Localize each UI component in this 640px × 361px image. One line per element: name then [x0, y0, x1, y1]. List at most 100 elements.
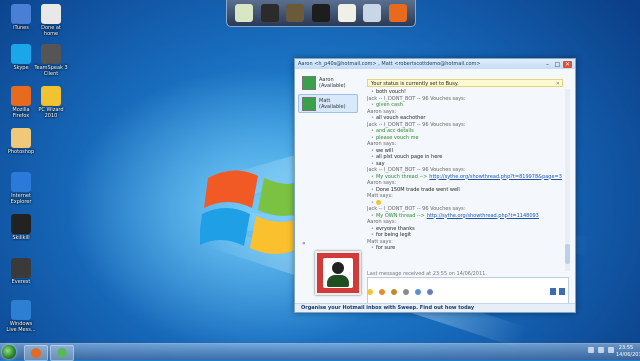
desktop-icon-label: Skillkill: [12, 235, 30, 241]
handwriting-icon[interactable]: [559, 288, 565, 295]
games-icon[interactable]: [415, 289, 421, 295]
desktop-icon-label: Windows Live Mess...: [6, 321, 36, 333]
desktop-icon[interactable]: Windows Live Mess...: [4, 300, 38, 333]
status-notice: Your status is currently set to Busy. ✕: [367, 79, 563, 87]
title-bar[interactable]: Aaron <h_p40s@hotmail.com> , Matt <rober…: [295, 59, 575, 69]
top-dock: [226, 0, 416, 27]
clock-date: 14/06/2011: [616, 352, 640, 358]
desktop-icon-label: Everest: [11, 279, 31, 285]
message-text: evryone thanks: [375, 225, 415, 232]
contact-matt[interactable]: Matt (Available): [298, 94, 358, 113]
message-text: given cash: [375, 102, 403, 108]
voice-clip-icon[interactable]: [403, 289, 409, 295]
minimize-icon[interactable]: –: [543, 61, 552, 68]
message-text: say: [375, 160, 385, 167]
maximize-icon[interactable]: □: [553, 61, 562, 68]
app-icon: [41, 44, 61, 64]
message-line: • for sure: [371, 245, 396, 251]
system-tray: [588, 347, 614, 353]
app-icon: [11, 128, 31, 148]
briefcase-icon[interactable]: [311, 4, 330, 22]
contact-aaron[interactable]: Aaron (Available): [298, 73, 358, 92]
message-line: • My OWN thread --> http://sythe.org/showt…: [371, 212, 539, 219]
smiley-icon: [375, 199, 381, 205]
ad-banner[interactable]: Organise your Hotmail inbox with Sweep. …: [295, 303, 575, 312]
message-text: Done 150M trade trade went well: [375, 186, 460, 193]
app-icon: [41, 86, 61, 106]
desktop-icon[interactable]: Skype: [4, 44, 38, 71]
volume-icon[interactable]: [608, 347, 614, 353]
app-icon: [11, 44, 31, 64]
wink-icon[interactable]: [379, 289, 385, 295]
message-text: for being legit: [375, 232, 411, 238]
desktop-icon-label: Mozilla Firefox: [12, 107, 30, 119]
message-line: • My vouch thread --> http://sythe.org/sho…: [371, 173, 562, 180]
nudge-icon[interactable]: [391, 289, 397, 295]
desktop-icon[interactable]: Photoshop: [4, 128, 38, 155]
app-icon: [41, 4, 61, 24]
headphones-icon[interactable]: [260, 4, 279, 22]
app-icon: [11, 86, 31, 106]
desktop-icon[interactable]: Mozilla Firefox: [4, 86, 38, 119]
font-icon[interactable]: [550, 288, 556, 295]
start-button[interactable]: [2, 345, 16, 359]
message-link[interactable]: http://sythe.org/showthread.php?t=114809…: [427, 213, 539, 219]
desktop-icon-label: TeamSpeak 3 Client: [34, 65, 68, 77]
desktop-icon[interactable]: Everest: [4, 258, 38, 285]
contact-status: (Available): [319, 103, 346, 110]
message-text: all vouch eachother: [375, 115, 426, 121]
collapse-arrow-icon[interactable]: «: [302, 240, 306, 247]
input-toolbar: [367, 289, 433, 295]
emoticon-icon[interactable]: [367, 289, 373, 295]
clock-time: 23:55: [618, 345, 634, 351]
avatar: [302, 75, 316, 90]
firefox-icon: [31, 348, 41, 358]
message-text: for sure: [375, 245, 396, 251]
taskbar-firefox[interactable]: [24, 345, 48, 361]
desktop-icon[interactable]: iTunes: [4, 4, 38, 31]
desktop-icon[interactable]: Skillkill: [4, 214, 38, 241]
app-icon: [11, 214, 31, 234]
send-file-icon[interactable]: [427, 289, 433, 295]
firefox-icon[interactable]: [389, 4, 408, 22]
network-icon[interactable]: [598, 347, 604, 353]
desktop-icon-label: Internet Explorer: [10, 193, 32, 205]
desktop-icon[interactable]: Done at home: [34, 4, 68, 37]
notice-text: Your status is currently set to Busy.: [371, 81, 459, 87]
desktop-icon[interactable]: Internet Explorer: [4, 172, 38, 205]
message-text: My OWN thread -->: [375, 212, 425, 219]
flag-icon[interactable]: [588, 347, 594, 353]
app-icon: [11, 4, 31, 24]
message-text: please vouch me: [375, 134, 419, 141]
own-display-picture[interactable]: [315, 251, 361, 295]
avatar: [302, 96, 316, 111]
taskbar: 23:55 14/06/2011: [0, 343, 640, 361]
message-text: My vouch thread -->: [375, 173, 428, 180]
message-text: we will: [375, 147, 393, 154]
message-link[interactable]: http://sythe.org/showthread.php?t=819978…: [429, 174, 562, 180]
app-icon: [11, 172, 31, 192]
scrollbar[interactable]: [565, 89, 570, 271]
desktop-icon-label: Done at home: [41, 25, 61, 37]
desktop-icon-label: Photoshop: [7, 149, 35, 155]
close-icon[interactable]: ✕: [556, 80, 560, 88]
desktop-icon[interactable]: PC Wizard 2010: [34, 86, 68, 119]
recycle-bin-icon[interactable]: [363, 4, 382, 22]
desktop-icon-label: Skype: [13, 65, 29, 71]
message-text: and acc details: [375, 128, 414, 134]
app-icon: [11, 300, 31, 320]
window-title: Aaron <h_p40s@hotmail.com> , Matt <rober…: [298, 61, 481, 67]
notepad-icon[interactable]: [337, 4, 356, 22]
close-icon[interactable]: ✕: [563, 60, 572, 68]
film-reel-icon[interactable]: [286, 4, 305, 22]
message-text: all plst vouch page in here: [375, 154, 443, 160]
taskbar-msn[interactable]: [50, 345, 74, 361]
clock[interactable]: 23:55 14/06/2011: [616, 345, 640, 359]
desktop-icon[interactable]: TeamSpeak 3 Client: [34, 44, 68, 77]
conversation-log: • both vouch! Jack -- I_DONT_BOT -- 96 Vou…: [367, 89, 563, 269]
desktop-icon-label: PC Wizard 2010: [38, 107, 64, 119]
chat-window: Aaron <h_p40s@hotmail.com> , Matt <rober…: [294, 58, 576, 313]
msn-icon: [57, 348, 67, 358]
contact-list: Aaron (Available) Matt (Available) «: [298, 73, 361, 303]
documents-icon[interactable]: [234, 4, 253, 22]
